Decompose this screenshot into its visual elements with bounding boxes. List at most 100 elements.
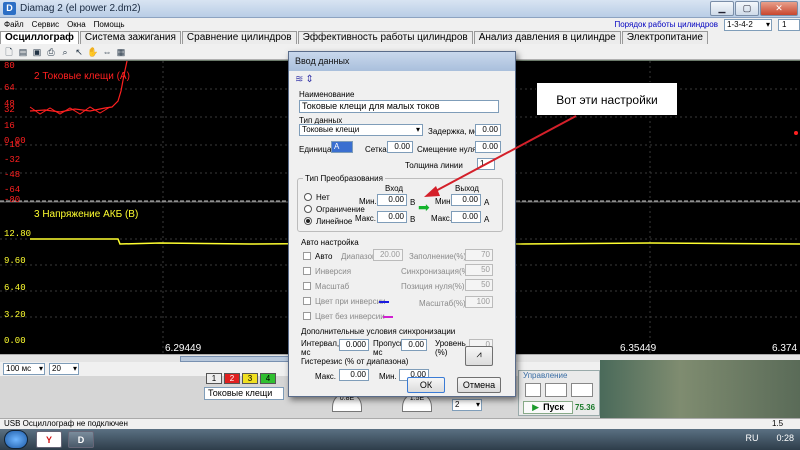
tab-cylinder-compare[interactable]: Сравнение цилиндров [181, 31, 297, 44]
dialog-toolbar: ≋⇕ [295, 74, 316, 85]
cylinder-spinner[interactable]: 1 [778, 18, 800, 31]
in-min-input[interactable]: 0.00 [377, 194, 407, 206]
minimize-button[interactable]: ▁ [710, 1, 734, 16]
radio-none[interactable] [304, 193, 312, 201]
firing-order-label: Порядок работы цилиндров [614, 20, 718, 29]
menu-help[interactable]: Помощь [94, 18, 125, 31]
firing-order-select[interactable]: 1-3-4-2 [724, 18, 772, 31]
pulse-wave-icon[interactable] [571, 383, 593, 397]
radio-none-label: Нет [316, 193, 330, 202]
y-tick: -32 [4, 155, 21, 165]
y-tick: 9.60 [4, 256, 26, 266]
color-inv-label: Цвет при инверсии [315, 297, 386, 306]
scale-checkbox[interactable] [303, 282, 311, 290]
grid-icon[interactable]: ▦ [115, 46, 127, 58]
measure-icon[interactable]: ⇔ [101, 46, 113, 58]
name-input[interactable]: Токовые клещи для малых токов [299, 100, 499, 113]
tab-pressure-analysis[interactable]: Анализ давления в цилиндре [473, 31, 621, 44]
yandex-icon[interactable]: Y [36, 431, 62, 448]
sync-wave-icon[interactable]: ⩘ [465, 346, 493, 366]
tab-oscilloscope[interactable]: Осциллограф [0, 31, 79, 44]
new-icon[interactable]: 🗋 [3, 46, 15, 58]
scale-pct-input[interactable]: 100 [465, 296, 493, 308]
in-unit: В [410, 198, 416, 207]
color-noinv-checkbox[interactable] [303, 312, 311, 320]
tab-ignition[interactable]: Система зажигания [79, 31, 181, 44]
open-icon[interactable]: ▤ [17, 46, 29, 58]
in-max-input[interactable]: 0.00 [377, 211, 407, 223]
wave-icon[interactable]: ≋ [295, 74, 305, 85]
cancel-button[interactable]: Отмена [457, 377, 501, 393]
grid-input[interactable]: 0.00 [387, 141, 413, 153]
pause-icon[interactable] [525, 383, 541, 397]
sync-input[interactable]: 50 [465, 264, 493, 276]
control-header: Управление [523, 371, 568, 380]
tab-cylinder-efficiency[interactable]: Эффективность работы цилиндров [297, 31, 473, 44]
in-max-label: Макс. [355, 214, 377, 223]
channel2-trace [29, 61, 128, 115]
start-button[interactable]: ▶ Пуск [523, 401, 573, 414]
channel-button-2[interactable]: 2 [224, 373, 240, 384]
version-text: 1.5 [772, 419, 784, 428]
samples-select[interactable]: 20 [49, 363, 79, 375]
unit-label: Единица [299, 145, 332, 154]
color-inv-swatch[interactable] [379, 301, 389, 303]
radio-linear-label: Линейное [316, 217, 353, 226]
out-max-label: Макс. [431, 214, 453, 223]
inversion-checkbox[interactable] [303, 267, 311, 275]
divider-select[interactable]: 2 [452, 399, 482, 411]
maximize-button[interactable]: ▢ [735, 1, 759, 16]
time-label: 6.35449 [620, 343, 657, 354]
channel3-title: 3 Напряжение АКБ (В) [34, 209, 139, 220]
menu-file[interactable]: Файл [4, 18, 24, 31]
hyst-max-input[interactable]: 0.00 [339, 369, 369, 381]
save-icon[interactable]: ▣ [31, 46, 43, 58]
start-button[interactable] [4, 430, 28, 449]
offset-input[interactable]: 0.00 [475, 141, 501, 153]
title-bar: D Diamag 2 (el power 2.dm2) ▁ ▢ ✕ [0, 0, 800, 18]
close-button[interactable]: ✕ [760, 1, 798, 16]
out-max-input[interactable]: 0.00 [451, 211, 481, 223]
zero-pos-input[interactable]: 50 [465, 279, 493, 291]
wallpaper-area [600, 360, 800, 418]
y-tick: 0.00 [4, 336, 26, 346]
channel-button-4[interactable]: 4 [260, 373, 276, 384]
delay-input[interactable]: 0.00 [475, 124, 501, 136]
input-header: Вход [385, 184, 404, 193]
diamag-icon[interactable]: D [68, 431, 94, 448]
color-noinv-swatch[interactable] [383, 316, 393, 318]
channel-name-field[interactable]: Токовые клещи [204, 387, 284, 400]
thickness-spinner[interactable]: 1 [477, 158, 495, 170]
color-inv-checkbox[interactable] [303, 297, 311, 305]
cursor-icon[interactable]: ↖ [73, 46, 85, 58]
range-input[interactable]: 20.00 [373, 249, 403, 261]
timebase-select[interactable]: 100 мс [3, 363, 45, 375]
dialog-title: Ввод данных [289, 52, 515, 71]
zoom-icon[interactable]: ⌕ [59, 46, 71, 58]
unit-input[interactable]: А [331, 141, 353, 153]
y-tick: -80 [4, 195, 21, 205]
type-select[interactable]: Токовые клещи [299, 124, 423, 136]
channel-button-1[interactable]: 1 [206, 373, 222, 384]
skip-input[interactable]: 0.00 [401, 339, 427, 351]
clock[interactable]: 0:28 [776, 433, 794, 443]
radio-limit[interactable] [304, 205, 312, 213]
auto-checkbox[interactable] [303, 252, 311, 260]
language-indicator[interactable]: RU [745, 433, 758, 443]
fill-label: Заполнение(%) [409, 252, 467, 261]
menu-service[interactable]: Сервис [32, 18, 59, 31]
radio-linear[interactable] [304, 217, 312, 225]
ok-button[interactable]: ОК [407, 377, 445, 393]
y-tick: 16 [4, 121, 15, 131]
hysteresis-label: Гистерезис (% от диапазона) [301, 357, 409, 366]
interval-input[interactable]: 0.000 [339, 339, 369, 351]
out-min-input[interactable]: 0.00 [451, 194, 481, 206]
sine-wave-icon[interactable] [545, 383, 567, 397]
menu-windows[interactable]: Окна [67, 18, 86, 31]
print-icon[interactable]: ⎙ [45, 46, 57, 58]
tab-power-supply[interactable]: Электропитание [621, 31, 708, 44]
fill-input[interactable]: 70 [465, 249, 493, 261]
swap-icon[interactable]: ⇕ [305, 74, 315, 85]
channel-button-3[interactable]: 3 [242, 373, 258, 384]
hand-icon[interactable]: ✋ [87, 46, 99, 58]
